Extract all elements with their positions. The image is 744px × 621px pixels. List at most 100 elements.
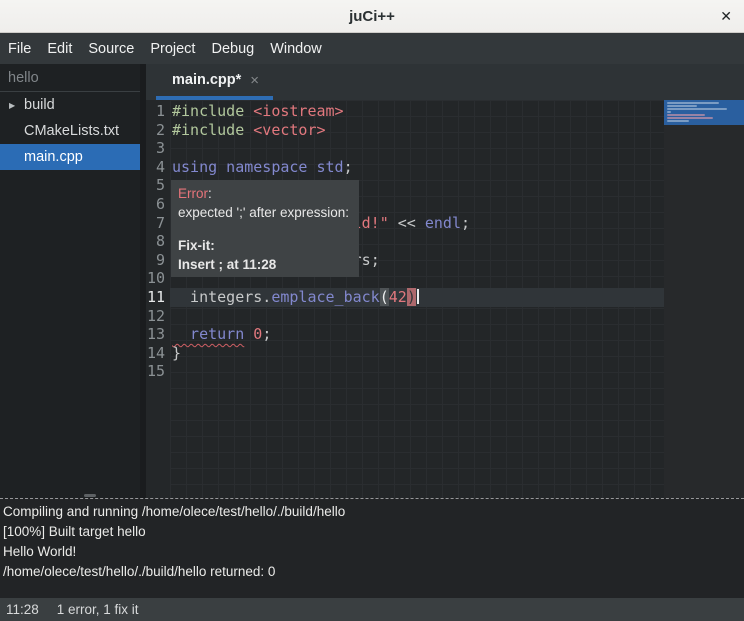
tab-close-icon[interactable]: × <box>250 73 259 88</box>
file-tree: ▶build CMakeLists.txt main.cpp <box>0 92 140 170</box>
code-token: #include <box>172 121 244 139</box>
project-sidebar: hello ▶build CMakeLists.txt main.cpp <box>0 64 140 498</box>
code-line[interactable] <box>170 139 664 158</box>
line-number: 1 <box>146 102 170 121</box>
minimap-code-line <box>667 111 671 113</box>
line-number: 7 <box>146 214 170 233</box>
app-window: juCi++ ✕ FileEditSourceProjectDebugWindo… <box>0 0 744 621</box>
line-number: 8 <box>146 232 170 251</box>
tab-label: main.cpp* <box>172 72 241 88</box>
menu-project[interactable]: Project <box>142 33 203 64</box>
code-area[interactable]: #include <iostream>#include <vector>usin… <box>170 100 664 498</box>
menu-source[interactable]: Source <box>80 33 142 64</box>
statusbar: 11:28 1 error, 1 fix it <box>0 598 744 621</box>
titlebar[interactable]: juCi++ ✕ <box>0 0 744 33</box>
cursor-position: 11:28 <box>6 602 39 617</box>
code-token: <vector> <box>253 121 325 139</box>
diagnostics-summary[interactable]: 1 error, 1 fix it <box>57 602 139 617</box>
code-token: ( <box>380 288 389 306</box>
code-token: emplace_back <box>271 288 379 306</box>
close-window-icon[interactable]: ✕ <box>720 0 732 32</box>
code-token: integers. <box>172 288 271 306</box>
code-token: ) <box>407 288 416 306</box>
tooltip-spacer <box>178 222 352 236</box>
code-line[interactable]: using namespace std; <box>170 158 664 177</box>
code-line[interactable]: } <box>170 344 664 363</box>
code-line[interactable]: return 0; <box>170 325 664 344</box>
line-number: 9 <box>146 251 170 270</box>
code-line[interactable]: #include <iostream> <box>170 102 664 121</box>
code-token: 0 <box>253 325 262 343</box>
line-number: 14 <box>146 344 170 363</box>
sidebar-item-main-cpp[interactable]: main.cpp <box>0 144 140 170</box>
code-token: <iostream> <box>253 102 343 120</box>
code-token: ; <box>461 214 470 232</box>
line-number: 6 <box>146 195 170 214</box>
code-token <box>244 121 253 139</box>
build-output-panel[interactable]: Compiling and running /home/olece/test/h… <box>0 498 744 598</box>
line-number: 15 <box>146 362 170 381</box>
output-line: [100%] Built target hello <box>3 522 744 542</box>
code-token <box>244 102 253 120</box>
line-number: 3 <box>146 139 170 158</box>
output-line: Compiling and running /home/olece/test/h… <box>3 502 744 522</box>
tooltip-fixit-label: Fix-it: <box>178 236 352 255</box>
minimap-code-line <box>667 108 727 110</box>
minimap-code-line <box>667 114 705 116</box>
text-caret <box>417 289 419 304</box>
code-token: ; <box>344 158 353 176</box>
editor: 123456789101112131415 #include <iostream… <box>146 100 744 498</box>
tab-main-cpp[interactable]: main.cpp* × <box>156 64 273 100</box>
tooltip-fixit-text: Insert ; at 11:28 <box>178 255 352 274</box>
output-line: /home/olece/test/hello/./build/hello ret… <box>3 562 744 582</box>
tabbar: main.cpp* × <box>146 64 744 100</box>
minimap-code-line <box>667 120 689 122</box>
menu-window[interactable]: Window <box>262 33 330 64</box>
code-token: << <box>389 214 425 232</box>
editor-column: main.cpp* × 123456789101112131415 #inclu… <box>146 64 744 498</box>
minimap-code-line <box>667 102 719 104</box>
code-token: ; <box>262 325 271 343</box>
diagnostic-tooltip: Error: expected ';' after expression: Fi… <box>171 180 359 277</box>
code-token: ; <box>371 251 380 269</box>
line-number: 2 <box>146 121 170 140</box>
minimap-viewport[interactable] <box>664 100 744 125</box>
file-label: CMakeLists.txt <box>0 123 119 139</box>
menubar: FileEditSourceProjectDebugWindow <box>0 33 744 64</box>
sidebar-scrollbar[interactable] <box>84 494 96 497</box>
code-token: endl <box>425 214 461 232</box>
code-line[interactable] <box>170 307 664 326</box>
code-line[interactable]: #include <vector> <box>170 121 664 140</box>
menu-file[interactable]: File <box>0 33 39 64</box>
code-token: 42 <box>389 288 407 306</box>
minimap[interactable] <box>664 100 744 498</box>
sidebar-item-cmakelists-txt[interactable]: CMakeLists.txt <box>0 118 140 144</box>
minimap-code-line <box>667 117 713 119</box>
error-label: Error <box>178 186 208 201</box>
window-title: juCi++ <box>349 8 395 25</box>
line-number: 4 <box>146 158 170 177</box>
line-number-gutter: 123456789101112131415 <box>146 100 170 498</box>
line-number: 12 <box>146 307 170 326</box>
code-token: } <box>172 344 181 362</box>
output-line: Hello World! <box>3 542 744 562</box>
line-number: 10 <box>146 269 170 288</box>
menu-debug[interactable]: Debug <box>203 33 262 64</box>
line-number: 13 <box>146 325 170 344</box>
code-line[interactable] <box>170 362 664 381</box>
line-number: 11 <box>146 288 170 307</box>
code-line[interactable]: integers.emplace_back(42) <box>170 288 664 307</box>
sidebar-item-build[interactable]: ▶build <box>0 92 140 118</box>
file-label: main.cpp <box>0 149 83 165</box>
code-token <box>244 325 253 343</box>
code-token: return <box>172 325 244 343</box>
main-area: hello ▶build CMakeLists.txt main.cpp main.… <box>0 64 744 498</box>
expander-icon[interactable]: ▶ <box>9 101 15 110</box>
menu-edit[interactable]: Edit <box>39 33 80 64</box>
project-name: hello <box>0 64 140 92</box>
line-number: 5 <box>146 176 170 195</box>
minimap-code-line <box>667 105 697 107</box>
tooltip-error-line: Error: <box>178 184 352 203</box>
code-token: using namespace std <box>172 158 344 176</box>
code-token: #include <box>172 102 244 120</box>
